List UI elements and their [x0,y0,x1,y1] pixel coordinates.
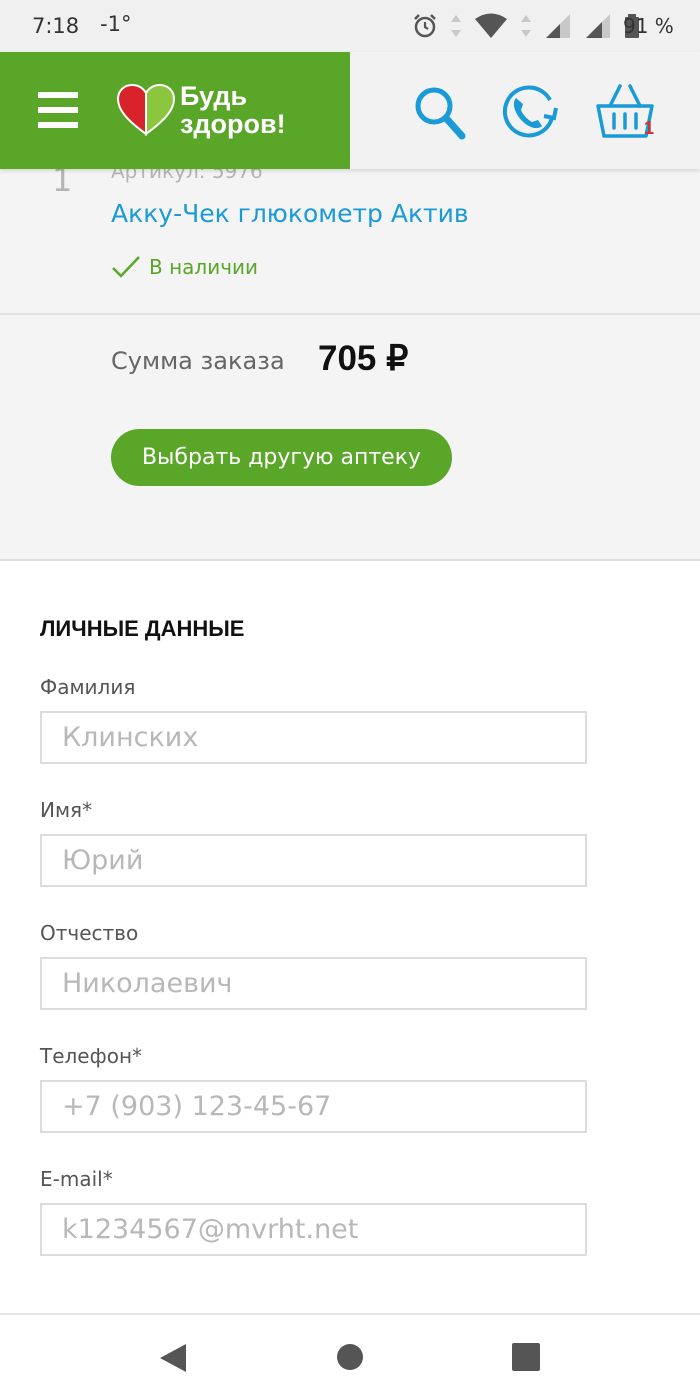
last-name-label: Фамилия [40,675,136,699]
menu-icon[interactable] [38,92,78,128]
wifi-icon [475,13,507,38]
phone-input[interactable] [40,1080,587,1133]
data-arrows-icon [451,15,461,37]
phone-callback-icon[interactable] [498,82,560,142]
battery-percent: 91 % [623,14,674,38]
app-header: Будь здоров! 1 [0,52,700,169]
divider [0,1313,700,1315]
stock-status: В наличии [111,255,258,279]
last-name-input[interactable] [40,711,587,764]
logo-text-line1: Будь [180,81,248,111]
system-nav-bar [0,1316,700,1400]
weather-temperature: -1° [100,12,132,36]
email-input[interactable] [40,1203,587,1256]
status-time: 7:18 [32,14,80,38]
first-name-label: Имя* [40,798,93,822]
email-label: E-mail* [40,1167,113,1191]
stock-status-text: В наличии [149,255,259,279]
cart-count-badge: 1 [644,118,655,138]
logo-heart-icon [117,84,175,136]
first-name-input[interactable] [40,834,587,887]
brand-block: Будь здоров! [0,52,350,169]
order-sum-label: Сумма заказа [111,347,285,375]
signal-icon [546,14,570,38]
choose-other-pharmacy-button[interactable]: Выбрать другую аптеку [111,429,452,486]
status-bar: 7:18 -1° 91 % [0,0,700,52]
patronymic-label: Отчество [40,921,139,945]
phone-label: Телефон* [40,1044,143,1068]
home-circle-icon[interactable] [336,1342,364,1372]
data-arrows-icon-2 [521,15,531,37]
logo-text: Будь здоров! [180,82,286,138]
item-number: 1 [52,169,73,191]
order-summary: 1 Артикул: 5976 Акку-Чек глюкометр Актив… [0,159,700,561]
back-triangle-icon[interactable] [158,1342,188,1374]
order-sum-value: 705 ₽ [318,339,409,378]
search-icon[interactable] [412,82,468,142]
divider [0,313,700,315]
logo-text-line2: здоров! [180,109,286,139]
section-title: ЛИЧНЫЕ ДАННЫЕ [40,616,245,641]
product-name-link[interactable]: Акку-Чек глюкометр Актив [111,199,469,228]
signal-icon-2 [586,14,610,38]
alarm-icon [414,14,436,38]
patronymic-input[interactable] [40,957,587,1010]
check-icon [112,256,140,278]
status-icons [412,12,640,40]
recents-square-icon[interactable] [511,1342,541,1372]
